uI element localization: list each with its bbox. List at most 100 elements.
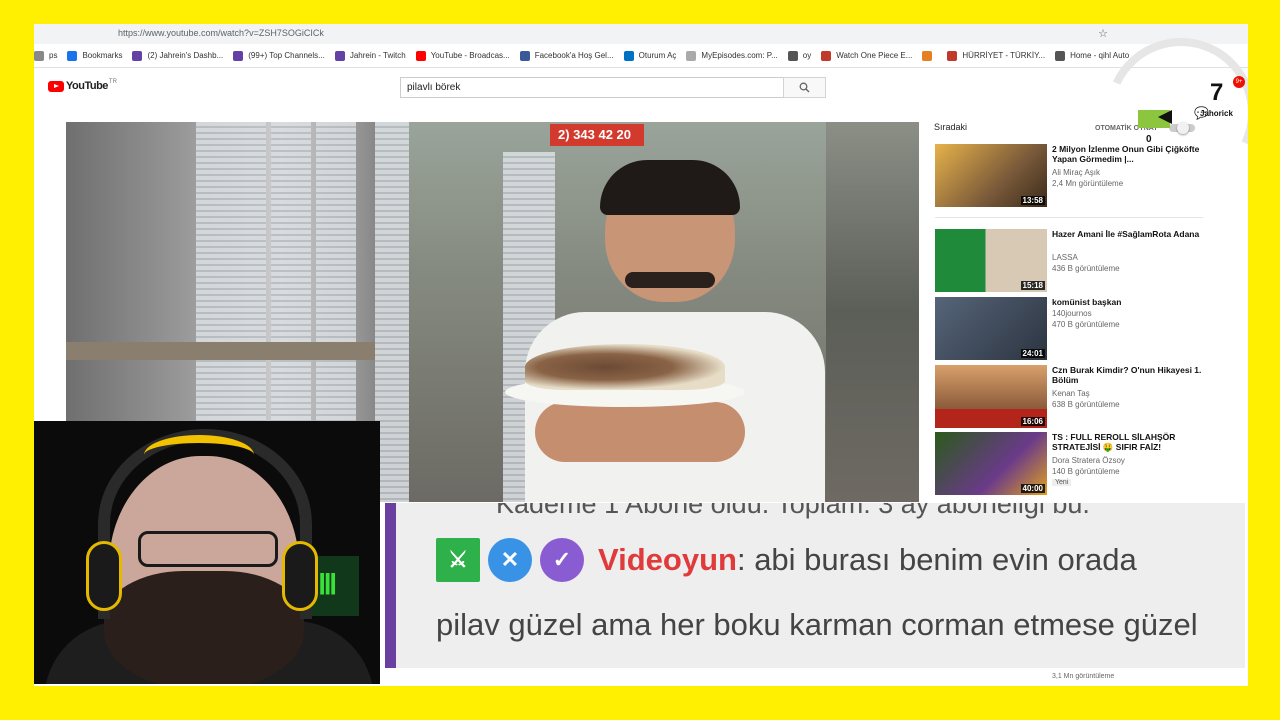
overlay-arrow-icon bbox=[1158, 110, 1172, 124]
headphone-ear-right bbox=[282, 541, 318, 611]
video-channel[interactable]: 140journos bbox=[1052, 309, 1092, 318]
bookmark-label: Bookmarks bbox=[82, 51, 123, 60]
video-channel[interactable]: Kenan Taş bbox=[1052, 389, 1090, 398]
video-scene-right bbox=[826, 122, 919, 502]
bookmark-label: HÜRRİYET - TÜRKİY... bbox=[962, 51, 1046, 60]
bookmark-label: Watch One Piece E... bbox=[836, 51, 913, 60]
video-title[interactable]: TS : FULL REROLL SİLAHŞÖR STRATEJİSİ 🤑 S… bbox=[1052, 432, 1202, 452]
bookmark-item[interactable]: Oturum Aç bbox=[623, 50, 677, 61]
bookmark-item[interactable]: Home - qihl Auto bbox=[1055, 50, 1130, 61]
bookmark-favicon-icon bbox=[623, 50, 634, 61]
bookmark-item[interactable]: (99+) Top Channels... bbox=[233, 50, 325, 61]
bookmark-item[interactable]: Watch One Piece E... bbox=[821, 50, 913, 61]
url-text[interactable]: https://www.youtube.com/watch?v=ZSH7SOGi… bbox=[118, 28, 324, 38]
bookmark-label: (99+) Top Channels... bbox=[248, 51, 325, 60]
chat-message-line: ⚔ ✕ ✓ Videoyun : abi burası benim evin o… bbox=[436, 538, 1137, 582]
bookmark-label: YouTube - Broadcas... bbox=[430, 51, 510, 60]
video-duration: 40:00 bbox=[1020, 484, 1045, 493]
moderator-sword-icon: ⚔ bbox=[436, 538, 480, 582]
bookmark-item[interactable]: Facebook'a Hoş Gel... bbox=[519, 50, 614, 61]
bookmark-item[interactable]: oy bbox=[787, 50, 812, 61]
verified-check-icon: ✓ bbox=[540, 538, 584, 582]
bookmark-item[interactable]: MyEpisodes.com: P... bbox=[686, 50, 778, 61]
bookmark-item[interactable] bbox=[922, 50, 937, 61]
youtube-wordmark: YouTube bbox=[66, 80, 108, 92]
video-thumbnail[interactable]: 13:58 bbox=[935, 144, 1047, 207]
video-views: 140 B görüntüleme bbox=[1052, 467, 1120, 476]
bookmark-label: oy bbox=[802, 51, 812, 60]
video-thumbnail[interactable]: 16:06 bbox=[935, 365, 1047, 428]
bookmark-favicon-icon bbox=[519, 50, 530, 61]
search-icon bbox=[799, 82, 810, 93]
video-title[interactable]: komünist başkan bbox=[1052, 297, 1202, 307]
subscriber-badge-icon: ✕ bbox=[488, 538, 532, 582]
search-input[interactable]: pilavlı börek bbox=[400, 77, 784, 98]
overlay-counter: 7 bbox=[1210, 79, 1224, 106]
recommended-video[interactable]: 40:00 TS : FULL REROLL SİLAHŞÖR STRATEJİ… bbox=[935, 432, 1205, 496]
video-views: 3,1 Mn görüntüleme bbox=[1052, 673, 1115, 680]
headphone-ear-left bbox=[86, 541, 122, 611]
video-channel[interactable]: LASSA bbox=[1052, 253, 1078, 262]
bookmark-item[interactable]: Jahrein - Twitch bbox=[334, 50, 406, 61]
divider bbox=[935, 217, 1203, 218]
overlay-username: Jahorick bbox=[1200, 109, 1233, 118]
webcam-feed: Ⅲ bbox=[34, 421, 380, 684]
search-button[interactable] bbox=[783, 77, 826, 98]
recommended-video[interactable]: 24:01 komünist başkan 140journos 470 B g… bbox=[935, 297, 1205, 361]
bookmark-favicon-icon bbox=[334, 50, 345, 61]
video-duration: 24:01 bbox=[1020, 349, 1045, 358]
bookmark-label: Home - qihl Auto bbox=[1070, 51, 1130, 60]
bookmark-item[interactable]: (2) Jahrein's Dashb... bbox=[132, 50, 224, 61]
bookmark-label: Jahrein - Twitch bbox=[349, 51, 406, 60]
previous-chat-line: Kademe 1 Abone oldu. Toplam: 3 ay abonel… bbox=[496, 503, 1090, 519]
youtube-header: YouTube TR pilavlı börek bbox=[34, 68, 1248, 108]
video-views: 2,4 Mn görüntüleme bbox=[1052, 179, 1124, 188]
video-thumbnail[interactable]: 24:01 bbox=[935, 297, 1047, 360]
bookmark-favicon-icon bbox=[821, 50, 832, 61]
bookmark-label: ps bbox=[49, 51, 58, 60]
bookmark-star-icon[interactable]: ☆ bbox=[1098, 27, 1108, 40]
video-scene-main: 2) 343 42 20 bbox=[375, 122, 826, 502]
bookmark-item[interactable]: YouTube - Broadcas... bbox=[415, 50, 510, 61]
bookmark-favicon-icon bbox=[415, 50, 426, 61]
notification-badge[interactable]: 9+ bbox=[1233, 76, 1245, 88]
chat-message-continuation: pilav güzel ama her boku karman corman e… bbox=[436, 607, 1198, 642]
video-views: 436 B görüntüleme bbox=[1052, 264, 1120, 273]
cup-stack bbox=[375, 122, 409, 502]
bookmark-favicon-icon bbox=[922, 50, 933, 61]
shelf bbox=[66, 342, 375, 360]
chat-message-text: : abi burası benim evin orada bbox=[736, 542, 1137, 577]
video-title[interactable]: Hazer Amani İle #SağlamRota Adana bbox=[1052, 229, 1202, 239]
bookmark-favicon-icon bbox=[947, 50, 958, 61]
recommended-video[interactable]: 16:06 Czn Burak Kimdir? O'nun Hikayesi 1… bbox=[935, 365, 1205, 429]
shop-sign: 2) 343 42 20 bbox=[550, 124, 644, 146]
video-channel[interactable]: Ali Miraç Aşık bbox=[1052, 168, 1100, 177]
bookmark-favicon-icon bbox=[132, 50, 143, 61]
region-label: TR bbox=[108, 79, 117, 85]
video-thumbnail[interactable]: 15:18 bbox=[935, 229, 1047, 292]
video-channel[interactable]: Dora Stratera Özsoy bbox=[1052, 456, 1125, 465]
bookmarks-bar: ps Bookmarks (2) Jahrein's Dashb... (99+) T… bbox=[34, 44, 1248, 68]
bookmark-favicon-icon bbox=[67, 50, 78, 61]
bookmark-label: (2) Jahrein's Dashb... bbox=[147, 51, 224, 60]
recommended-video[interactable]: 15:18 Hazer Amani İle #SağlamRota Adana … bbox=[935, 229, 1205, 293]
headphones-accent bbox=[144, 435, 254, 475]
chef-hand bbox=[535, 402, 745, 462]
video-duration: 16:06 bbox=[1020, 417, 1045, 426]
up-next-label: Sıradaki bbox=[934, 122, 968, 132]
bookmark-favicon-icon bbox=[34, 50, 44, 61]
bookmark-item[interactable]: ps bbox=[34, 50, 58, 61]
address-bar[interactable]: https://www.youtube.com/watch?v=ZSH7SOGi… bbox=[34, 24, 1248, 44]
youtube-logo[interactable]: YouTube TR bbox=[48, 79, 117, 92]
bookmark-label: Oturum Aç bbox=[638, 51, 677, 60]
video-title[interactable]: Czn Burak Kimdir? O'nun Hikayesi 1. Bölü… bbox=[1052, 365, 1202, 385]
chat-username: Videoyun bbox=[598, 542, 737, 577]
pilav-food bbox=[525, 344, 725, 390]
overlay-zero: 0 bbox=[1146, 134, 1152, 145]
bookmark-item[interactable]: Bookmarks bbox=[67, 50, 123, 61]
video-duration: 13:58 bbox=[1020, 196, 1045, 205]
chef-hair bbox=[600, 160, 740, 215]
video-thumbnail[interactable]: 40:00 bbox=[935, 432, 1047, 495]
bookmark-item[interactable]: HÜRRİYET - TÜRKİY... bbox=[947, 50, 1046, 61]
youtube-play-icon bbox=[48, 80, 64, 92]
